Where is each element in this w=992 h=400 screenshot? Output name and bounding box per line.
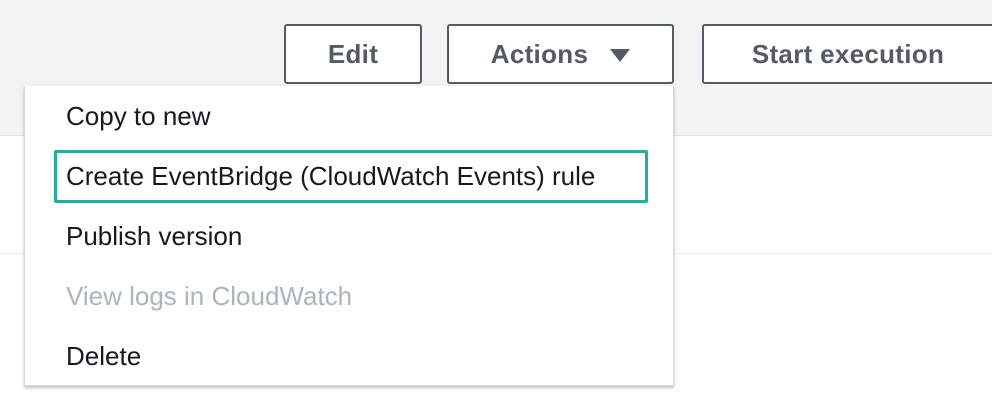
start-execution-button-label: Start execution: [751, 38, 945, 69]
menu-item-copy-to-new[interactable]: Copy to new: [25, 86, 675, 146]
menu-item-label: Copy to new: [66, 100, 211, 131]
menu-item-label: Publish version: [66, 220, 243, 251]
edit-button[interactable]: Edit: [284, 24, 422, 84]
menu-item-create-eventbridge-rule[interactable]: Create EventBridge (CloudWatch Events) r…: [25, 146, 675, 206]
edit-button-label: Edit: [327, 38, 379, 69]
actions-button[interactable]: Actions: [447, 24, 674, 84]
menu-item-view-logs-in-cloudwatch: View logs in CloudWatch: [25, 266, 675, 326]
menu-item-label: Delete: [66, 340, 142, 371]
start-execution-button[interactable]: Start execution: [702, 24, 992, 84]
menu-item-label: View logs in CloudWatch: [66, 280, 353, 311]
actions-dropdown-menu: Copy to new Create EventBridge (CloudWat…: [24, 86, 674, 386]
menu-item-delete[interactable]: Delete: [25, 326, 675, 386]
actions-button-label: Actions: [490, 38, 589, 69]
menu-item-label: Create EventBridge (CloudWatch Events) r…: [66, 160, 596, 191]
caret-down-icon: [610, 48, 631, 62]
menu-item-publish-version[interactable]: Publish version: [25, 206, 675, 266]
